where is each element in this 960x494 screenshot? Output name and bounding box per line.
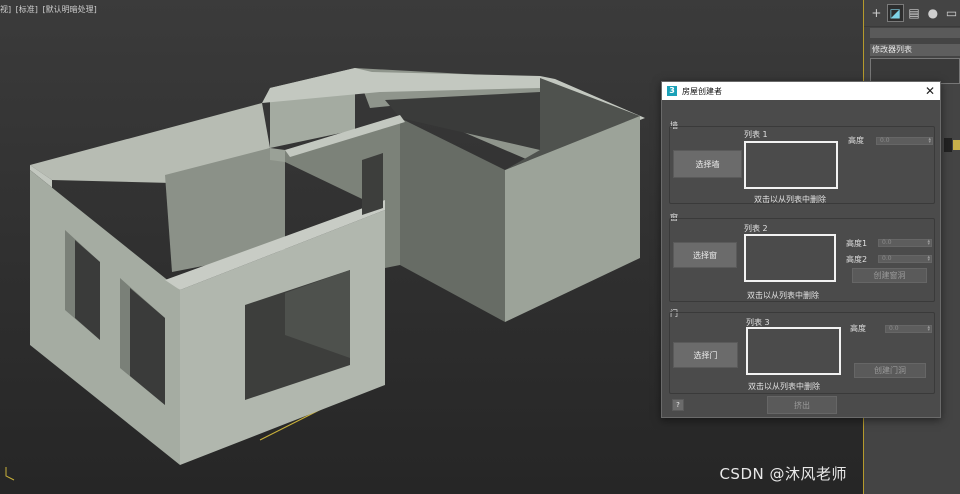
wall-group: 列表 1 选择墙 双击以从列表中删除 高度 0.0 ▴ ▾ [669, 126, 935, 204]
window-list-hint: 双击以从列表中删除 [747, 291, 819, 300]
create-door-opening-button[interactable]: 创建门洞 [854, 363, 926, 378]
app-icon: 3 [667, 86, 677, 96]
wall-list[interactable] [744, 141, 838, 189]
spinner-arrows-icon[interactable]: ▴ ▾ [927, 239, 930, 247]
wall-list-hint: 双击以从列表中删除 [754, 195, 826, 204]
house-creator-dialog: 3 房屋创建者 ✕ 墙 列表 1 选择墙 双击以从列表中删除 高度 0.0 ▴ ▾ … [661, 81, 941, 418]
wall-segment [270, 148, 285, 162]
spinner-arrows-icon[interactable]: ▴ ▾ [928, 137, 931, 145]
door-list-hint: 双击以从列表中删除 [748, 382, 820, 391]
wall-list-caption: 列表 1 [744, 130, 768, 139]
dialog-titlebar[interactable]: 3 房屋创建者 ✕ [662, 82, 940, 100]
door-list[interactable] [746, 327, 841, 375]
extrude-button[interactable]: 挤出 [767, 396, 837, 414]
create-window-opening-button[interactable]: 创建窗洞 [852, 268, 927, 283]
select-door-button[interactable]: 选择门 [673, 342, 738, 368]
window-height2-value: 0.0 [882, 255, 892, 262]
motion-icon[interactable]: ● [924, 4, 941, 22]
viewport-camera-label[interactable]: [标准] [16, 5, 38, 14]
door-group: 列表 3 选择门 双击以从列表中删除 高度 0.0 ▴ ▾ 创建门洞 [669, 312, 935, 394]
spinner-arrows-icon[interactable]: ▴ ▾ [927, 255, 930, 263]
wall-segment [400, 118, 505, 322]
display-icon[interactable]: ▭ [943, 4, 960, 22]
dialog-title: 房屋创建者 [682, 86, 722, 96]
window-height2-label: 高度2 [846, 255, 868, 264]
viewport-view-label[interactable]: 视] [0, 5, 11, 14]
wall-height-spinner[interactable]: 0.0 ▴ ▾ [876, 137, 933, 145]
select-wall-button[interactable]: 选择墙 [673, 150, 742, 178]
window-opening [362, 153, 383, 215]
create-icon[interactable]: + [868, 4, 885, 22]
window-group: 列表 2 选择窗 双击以从列表中删除 高度1 0.0 ▴ ▾ 高度2 0.0 ▴ ▾ 创… [669, 218, 935, 302]
panel-toggle[interactable] [944, 138, 952, 152]
window-list[interactable] [744, 234, 836, 282]
select-window-button[interactable]: 选择窗 [673, 242, 737, 268]
door-height-value: 0.0 [889, 325, 899, 332]
command-panel-tabs: + ◪ ▤ ● ▭ [864, 0, 960, 27]
hierarchy-icon[interactable]: ▤ [906, 4, 923, 22]
window-height1-spinner[interactable]: 0.0 ▴ ▾ [878, 239, 932, 247]
modify-icon[interactable]: ◪ [886, 4, 904, 22]
close-icon[interactable]: ✕ [925, 84, 935, 98]
spinner-arrows-icon[interactable]: ▴ ▾ [927, 325, 930, 333]
watermark: CSDN @沐风老师 [719, 465, 847, 483]
door-height-spinner[interactable]: 0.0 ▴ ▾ [885, 325, 932, 333]
modifier-list-dropdown[interactable]: 修改器列表 [870, 44, 960, 56]
window-list-caption: 列表 2 [744, 224, 768, 233]
viewport-shading-label[interactable]: [默认明暗处理] [42, 5, 96, 14]
pin-icon[interactable] [953, 140, 960, 150]
window-height1-value: 0.0 [882, 239, 892, 246]
door-height-label: 高度 [850, 324, 866, 333]
wall-height-label: 高度 [848, 136, 864, 145]
window-height2-spinner[interactable]: 0.0 ▴ ▾ [878, 255, 932, 263]
viewport-label[interactable]: 视] [标准] [默认明暗处理] [0, 4, 99, 15]
wall-height-value: 0.0 [880, 137, 890, 144]
help-button[interactable]: ? [672, 399, 684, 411]
object-name-field[interactable] [870, 28, 960, 38]
window-height1-label: 高度1 [846, 239, 868, 248]
